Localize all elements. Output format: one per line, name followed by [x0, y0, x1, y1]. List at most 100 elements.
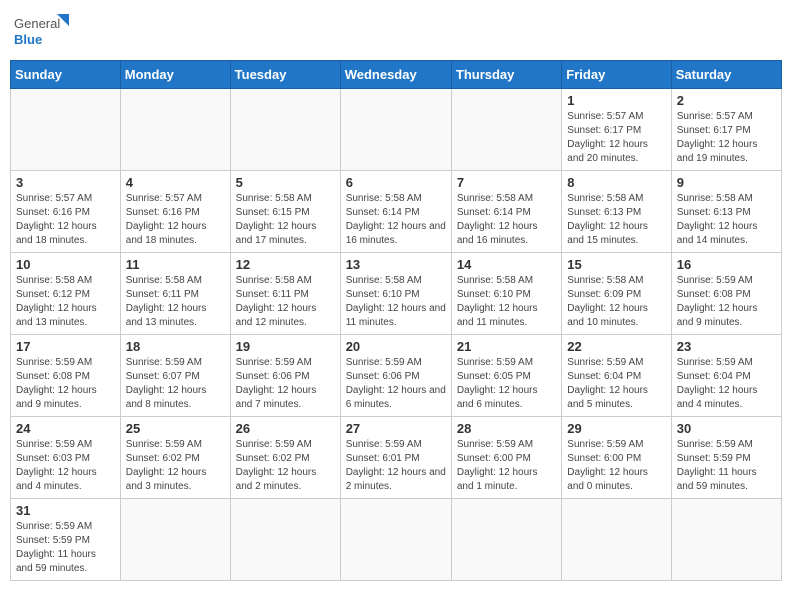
calendar-week-row: 31Sunrise: 5:59 AM Sunset: 5:59 PM Dayli…	[11, 499, 782, 581]
calendar-cell: 27Sunrise: 5:59 AM Sunset: 6:01 PM Dayli…	[340, 417, 451, 499]
day-number: 22	[567, 339, 665, 354]
day-number: 2	[677, 93, 776, 108]
calendar-cell	[120, 499, 230, 581]
weekday-header-friday: Friday	[562, 61, 671, 89]
day-number: 13	[346, 257, 446, 272]
day-info: Sunrise: 5:58 AM Sunset: 6:11 PM Dayligh…	[236, 274, 335, 330]
calendar-cell: 21 Sunrise: 5:59 AM Sunset: 6:05 PM Dayli…	[451, 335, 561, 417]
day-info: Sunrise: 5:59 AM Sunset: 6:07 PM Dayligh…	[126, 356, 225, 412]
calendar-cell: 23 Sunrise: 5:59 AM Sunset: 6:04 PM Dayli…	[671, 335, 781, 417]
calendar-cell: 11Sunrise: 5:58 AM Sunset: 6:11 PM Dayli…	[120, 253, 230, 335]
calendar-cell: 14Sunrise: 5:58 AM Sunset: 6:10 PM Dayli…	[451, 253, 561, 335]
day-number: 8	[567, 175, 665, 190]
calendar-cell	[451, 89, 561, 171]
day-number: 6	[346, 175, 446, 190]
weekday-header-tuesday: Tuesday	[230, 61, 340, 89]
day-info: Sunrise: 5:58 AM Sunset: 6:13 PM Dayligh…	[567, 192, 665, 248]
day-info: Sunrise: 5:59 AM Sunset: 6:02 PM Dayligh…	[236, 438, 335, 494]
day-number: 26	[236, 421, 335, 436]
calendar-week-row: 24 Sunrise: 5:59 AM Sunset: 6:03 PM Dayli…	[11, 417, 782, 499]
weekday-header-wednesday: Wednesday	[340, 61, 451, 89]
calendar-cell	[562, 499, 671, 581]
calendar-cell: 5Sunrise: 5:58 AM Sunset: 6:15 PM Daylig…	[230, 171, 340, 253]
weekday-header-monday: Monday	[120, 61, 230, 89]
day-info: Sunrise: 5:57 AM Sunset: 6:17 PM Dayligh…	[567, 110, 665, 166]
calendar-cell: 7Sunrise: 5:58 AM Sunset: 6:14 PM Daylig…	[451, 171, 561, 253]
day-info: Sunrise: 5:59 AM Sunset: 6:08 PM Dayligh…	[677, 274, 776, 330]
calendar-cell: 13Sunrise: 5:58 AM Sunset: 6:10 PM Dayli…	[340, 253, 451, 335]
calendar-header-row: SundayMondayTuesdayWednesdayThursdayFrid…	[11, 61, 782, 89]
day-number: 15	[567, 257, 665, 272]
calendar-cell	[11, 89, 121, 171]
day-info: Sunrise: 5:58 AM Sunset: 6:13 PM Dayligh…	[677, 192, 776, 248]
day-number: 21	[457, 339, 556, 354]
day-number: 28	[457, 421, 556, 436]
day-info: Sunrise: 5:59 AM Sunset: 6:00 PM Dayligh…	[457, 438, 556, 494]
calendar-cell	[340, 499, 451, 581]
day-number: 10	[16, 257, 115, 272]
calendar-cell: 9 Sunrise: 5:58 AM Sunset: 6:13 PM Daylig…	[671, 171, 781, 253]
day-info: Sunrise: 5:59 AM Sunset: 6:03 PM Dayligh…	[16, 438, 115, 494]
day-number: 18	[126, 339, 225, 354]
day-info: Sunrise: 5:58 AM Sunset: 6:12 PM Dayligh…	[16, 274, 115, 330]
calendar-cell: 4 Sunrise: 5:57 AM Sunset: 6:16 PM Daylig…	[120, 171, 230, 253]
day-info: Sunrise: 5:59 AM Sunset: 6:08 PM Dayligh…	[16, 356, 115, 412]
day-number: 11	[126, 257, 225, 272]
weekday-header-thursday: Thursday	[451, 61, 561, 89]
logo-svg: GeneralBlue	[14, 10, 74, 52]
calendar-cell	[340, 89, 451, 171]
calendar-cell: 18 Sunrise: 5:59 AM Sunset: 6:07 PM Dayli…	[120, 335, 230, 417]
calendar-cell: 24 Sunrise: 5:59 AM Sunset: 6:03 PM Dayli…	[11, 417, 121, 499]
calendar-cell: 28 Sunrise: 5:59 AM Sunset: 6:00 PM Dayli…	[451, 417, 561, 499]
svg-text:Blue: Blue	[14, 32, 42, 47]
calendar-cell: 19Sunrise: 5:59 AM Sunset: 6:06 PM Dayli…	[230, 335, 340, 417]
day-number: 20	[346, 339, 446, 354]
day-number: 16	[677, 257, 776, 272]
day-number: 9	[677, 175, 776, 190]
calendar-cell: 3Sunrise: 5:57 AM Sunset: 6:16 PM Daylig…	[11, 171, 121, 253]
calendar-cell: 16 Sunrise: 5:59 AM Sunset: 6:08 PM Dayli…	[671, 253, 781, 335]
calendar-table: SundayMondayTuesdayWednesdayThursdayFrid…	[10, 60, 782, 581]
calendar-cell: 2 Sunrise: 5:57 AM Sunset: 6:17 PM Daylig…	[671, 89, 781, 171]
calendar-week-row: 17Sunrise: 5:59 AM Sunset: 6:08 PM Dayli…	[11, 335, 782, 417]
page-header: GeneralBlue	[10, 10, 782, 52]
calendar-cell: 26 Sunrise: 5:59 AM Sunset: 6:02 PM Dayli…	[230, 417, 340, 499]
day-number: 4	[126, 175, 225, 190]
calendar-cell: 29Sunrise: 5:59 AM Sunset: 6:00 PM Dayli…	[562, 417, 671, 499]
calendar-cell: 12 Sunrise: 5:58 AM Sunset: 6:11 PM Dayli…	[230, 253, 340, 335]
calendar-cell: 25Sunrise: 5:59 AM Sunset: 6:02 PM Dayli…	[120, 417, 230, 499]
svg-text:General: General	[14, 16, 60, 31]
day-number: 30	[677, 421, 776, 436]
calendar-cell	[230, 499, 340, 581]
calendar-cell: 17Sunrise: 5:59 AM Sunset: 6:08 PM Dayli…	[11, 335, 121, 417]
calendar-cell: 22 Sunrise: 5:59 AM Sunset: 6:04 PM Dayli…	[562, 335, 671, 417]
day-info: Sunrise: 5:58 AM Sunset: 6:14 PM Dayligh…	[457, 192, 556, 248]
calendar-cell: 6Sunrise: 5:58 AM Sunset: 6:14 PM Daylig…	[340, 171, 451, 253]
day-info: Sunrise: 5:59 AM Sunset: 6:05 PM Dayligh…	[457, 356, 556, 412]
calendar-cell: 15 Sunrise: 5:58 AM Sunset: 6:09 PM Dayli…	[562, 253, 671, 335]
weekday-header-sunday: Sunday	[11, 61, 121, 89]
calendar-cell	[230, 89, 340, 171]
day-info: Sunrise: 5:59 AM Sunset: 6:04 PM Dayligh…	[677, 356, 776, 412]
day-info: Sunrise: 5:57 AM Sunset: 6:16 PM Dayligh…	[126, 192, 225, 248]
day-number: 14	[457, 257, 556, 272]
day-number: 29	[567, 421, 665, 436]
day-info: Sunrise: 5:59 AM Sunset: 6:02 PM Dayligh…	[126, 438, 225, 494]
day-number: 24	[16, 421, 115, 436]
day-info: Sunrise: 5:59 AM Sunset: 6:04 PM Dayligh…	[567, 356, 665, 412]
calendar-cell: 1Sunrise: 5:57 AM Sunset: 6:17 PM Daylig…	[562, 89, 671, 171]
day-number: 27	[346, 421, 446, 436]
day-info: Sunrise: 5:57 AM Sunset: 6:17 PM Dayligh…	[677, 110, 776, 166]
calendar-week-row: 3Sunrise: 5:57 AM Sunset: 6:16 PM Daylig…	[11, 171, 782, 253]
day-info: Sunrise: 5:58 AM Sunset: 6:09 PM Dayligh…	[567, 274, 665, 330]
day-info: Sunrise: 5:59 AM Sunset: 6:06 PM Dayligh…	[236, 356, 335, 412]
calendar-cell: 30Sunrise: 5:59 AM Sunset: 5:59 PM Dayli…	[671, 417, 781, 499]
day-number: 12	[236, 257, 335, 272]
calendar-cell: 20Sunrise: 5:59 AM Sunset: 6:06 PM Dayli…	[340, 335, 451, 417]
day-number: 31	[16, 503, 115, 518]
day-info: Sunrise: 5:58 AM Sunset: 6:15 PM Dayligh…	[236, 192, 335, 248]
calendar-week-row: 1Sunrise: 5:57 AM Sunset: 6:17 PM Daylig…	[11, 89, 782, 171]
weekday-header-saturday: Saturday	[671, 61, 781, 89]
calendar-week-row: 10 Sunrise: 5:58 AM Sunset: 6:12 PM Dayli…	[11, 253, 782, 335]
day-number: 23	[677, 339, 776, 354]
